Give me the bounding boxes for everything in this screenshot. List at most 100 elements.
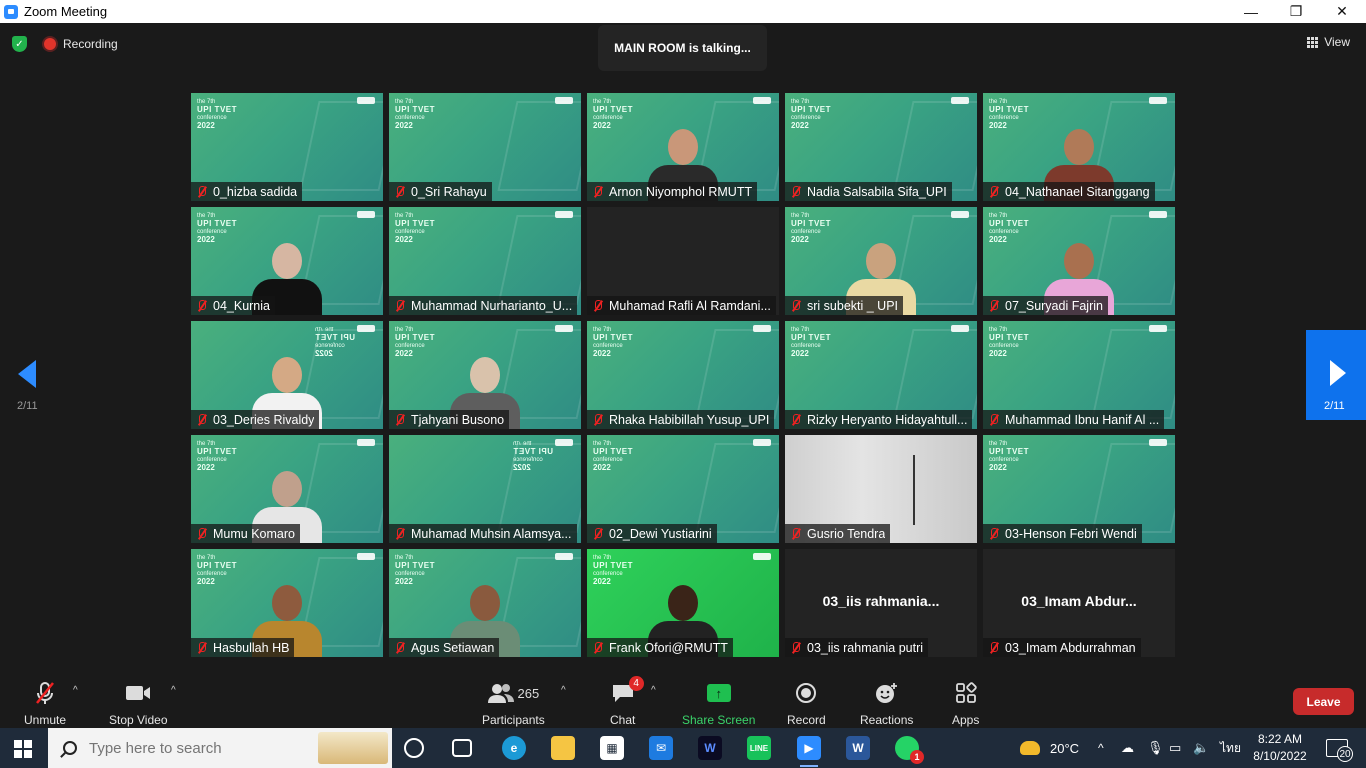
volume-icon[interactable]: 🔈 [1193, 728, 1209, 768]
participant-tile[interactable]: the 7th UPI TVET conference 2022 Rhaka Habib… [587, 321, 779, 429]
brand-text: UPI TVET [395, 333, 436, 342]
muted-mic-icon [395, 413, 405, 426]
participant-name: Gusrio Tendra [807, 526, 886, 541]
participant-tile[interactable]: the 7th UPI TVET conference 2022 0_Sri Rahay… [389, 93, 581, 201]
participant-tile[interactable]: the 7th UPI TVET conference 2022 02_Dewi Yus… [587, 435, 779, 543]
chat-options-caret-icon[interactable]: ^ [651, 685, 656, 696]
notification-center-icon[interactable]: 20 [1326, 739, 1353, 762]
participant-tile[interactable]: the 7th UPI TVET conference 2022 Tjahyani Bu… [389, 321, 581, 429]
participant-name: Agus Setiawan [411, 640, 495, 655]
participant-tile[interactable]: the 7th UPI TVET conference 2022 04_Kurnia [191, 207, 383, 315]
background-watermark [299, 101, 383, 191]
participant-tile[interactable]: the 7th UPI TVET conference 2022 Muhammad Nu… [389, 207, 581, 315]
share-screen-label: Share Screen [682, 713, 756, 727]
taskbar-search[interactable] [48, 728, 392, 768]
webex-icon[interactable]: W [698, 736, 722, 760]
upi-logo-icon [357, 211, 375, 218]
participant-tile[interactable]: the 7th UPI TVET conference 2022 Rizky Herya… [785, 321, 977, 429]
word-icon[interactable]: W [846, 736, 870, 760]
task-view-icon[interactable] [452, 739, 472, 757]
brand-text: 2022 [197, 463, 215, 472]
weather-widget[interactable]: 20°C [1020, 728, 1079, 768]
next-page-indicator: 2/11 [1324, 400, 1345, 412]
minimize-button[interactable]: — [1228, 0, 1274, 23]
participants-count: 265 [517, 685, 540, 701]
brand-text: 2022 [512, 463, 531, 472]
system-clock[interactable]: 8:22 AM 8/10/2022 [1250, 731, 1310, 765]
participant-name-bar: 0_Sri Rahayu [389, 182, 492, 201]
search-input[interactable] [89, 739, 309, 757]
edge-browser-icon[interactable]: e [502, 736, 526, 760]
previous-page-arrow-icon[interactable] [18, 360, 36, 388]
tray-overflow-icon[interactable]: ^ [1098, 728, 1104, 768]
conference-brand: the 7th UPI TVET conference 2022 [197, 212, 237, 244]
participants-options-caret-icon[interactable]: ^ [561, 685, 566, 696]
participants-button[interactable]: 265 Participants [482, 681, 545, 727]
participant-tile[interactable]: the 7th UPI TVET conference 2022 Muhamad Muh… [389, 435, 581, 543]
participant-tile[interactable]: the 7th UPI TVET conference 2022 07_Suryadi … [983, 207, 1175, 315]
participant-tile[interactable]: the 7th UPI TVET conference 2022 Arnon Niyom… [587, 93, 779, 201]
search-icon [63, 741, 77, 755]
participant-name-bar: Frank Ofori@RMUTT [587, 638, 733, 657]
participants-label: Participants [482, 713, 545, 727]
brand-text: UPI TVET [593, 447, 634, 456]
video-options-caret-icon[interactable]: ^ [171, 685, 176, 696]
maximize-button[interactable]: ❐ [1273, 0, 1319, 23]
muted-mic-icon [197, 527, 207, 540]
audio-options-caret-icon[interactable]: ^ [73, 685, 78, 696]
brand-text: UPI TVET [395, 219, 436, 228]
participant-tile[interactable]: the 7th UPI TVET conference 2022 Hasbullah H… [191, 549, 383, 657]
onedrive-icon[interactable]: ☁ [1121, 728, 1134, 768]
input-language[interactable]: ไทย [1220, 728, 1241, 768]
security-shield-icon[interactable]: ✓ [12, 36, 27, 52]
brand-text: 2022 [593, 463, 611, 472]
record-icon [795, 681, 817, 705]
participant-tile[interactable]: the 7th UPI TVET conference 2022 03-Henson F… [983, 435, 1175, 543]
background-watermark [695, 443, 779, 533]
participant-tile[interactable]: the 7th UPI TVET conference 2022 03_Deries R… [191, 321, 383, 429]
conference-brand: the 7th UPI TVET conference 2022 [989, 98, 1029, 130]
participant-tile[interactable]: the 7th UPI TVET conference 2022 Agus Setiaw… [389, 549, 581, 657]
recording-indicator[interactable]: Recording [44, 33, 118, 55]
leave-button[interactable]: Leave [1293, 688, 1354, 715]
participant-tile[interactable]: 03_iis rahmania... 03_iis rahmania putri [785, 549, 977, 657]
upi-logo-icon [357, 325, 375, 332]
participant-name-bar: 0_hizba sadida [191, 182, 303, 201]
microsoft-store-icon[interactable]: ▦ [600, 736, 624, 760]
cortana-icon[interactable] [404, 738, 424, 758]
unmute-button[interactable]: Unmute [24, 681, 66, 727]
line-app-icon[interactable]: LINE [747, 736, 771, 760]
stop-video-button[interactable]: Stop Video [109, 681, 168, 727]
mail-icon[interactable]: ✉ [649, 736, 673, 760]
participant-tile[interactable]: the 7th UPI TVET conference 2022 Nadia Salsa… [785, 93, 977, 201]
zoom-taskbar-icon[interactable]: ▶ [797, 736, 821, 767]
microphone-tray-icon[interactable]: 🎙 [1147, 728, 1164, 768]
view-button[interactable]: View [1307, 35, 1350, 49]
participant-tile[interactable]: Muhamad Rafli Al Ramdani... [587, 207, 779, 315]
battery-icon[interactable]: ▭ [1169, 728, 1181, 768]
brand-text: 2022 [593, 577, 611, 586]
participant-name: Rizky Heryanto Hidayahtull... [807, 412, 968, 427]
brand-text: 2022 [989, 349, 1007, 358]
participant-tile[interactable]: the 7th UPI TVET conference 2022 Mumu Komaro [191, 435, 383, 543]
participant-tile[interactable]: Gusrio Tendra [785, 435, 977, 543]
smiley-plus-icon [875, 681, 899, 705]
participant-tile[interactable]: 03_Imam Abdur... 03_Imam Abdurrahman [983, 549, 1175, 657]
whatsapp-icon[interactable]: 1 [895, 736, 924, 764]
close-button[interactable]: ✕ [1319, 0, 1365, 23]
participant-tile[interactable]: the 7th UPI TVET conference 2022 04_Nathanae… [983, 93, 1175, 201]
reactions-button[interactable]: Reactions [860, 681, 913, 727]
conference-brand: the 7th UPI TVET conference 2022 [395, 554, 435, 586]
participant-tile[interactable]: the 7th UPI TVET conference 2022 Muhammad Ib… [983, 321, 1175, 429]
participant-tile[interactable]: the 7th UPI TVET conference 2022 0_hizba sad… [191, 93, 383, 201]
file-explorer-icon[interactable] [551, 736, 575, 760]
participant-tile[interactable]: the 7th UPI TVET conference 2022 Frank Ofori… [587, 549, 779, 657]
participant-tile[interactable]: the 7th UPI TVET conference 2022 sri subekti… [785, 207, 977, 315]
chat-button[interactable]: 4 Chat [610, 676, 644, 727]
upi-logo-icon [1149, 97, 1167, 104]
share-screen-button[interactable]: ↑ Share Screen [682, 681, 755, 727]
record-button[interactable]: Record [787, 681, 826, 727]
windows-start-icon[interactable] [14, 740, 32, 758]
apps-button[interactable]: Apps [952, 681, 979, 727]
next-page-button[interactable]: 2/11 [1306, 330, 1366, 420]
